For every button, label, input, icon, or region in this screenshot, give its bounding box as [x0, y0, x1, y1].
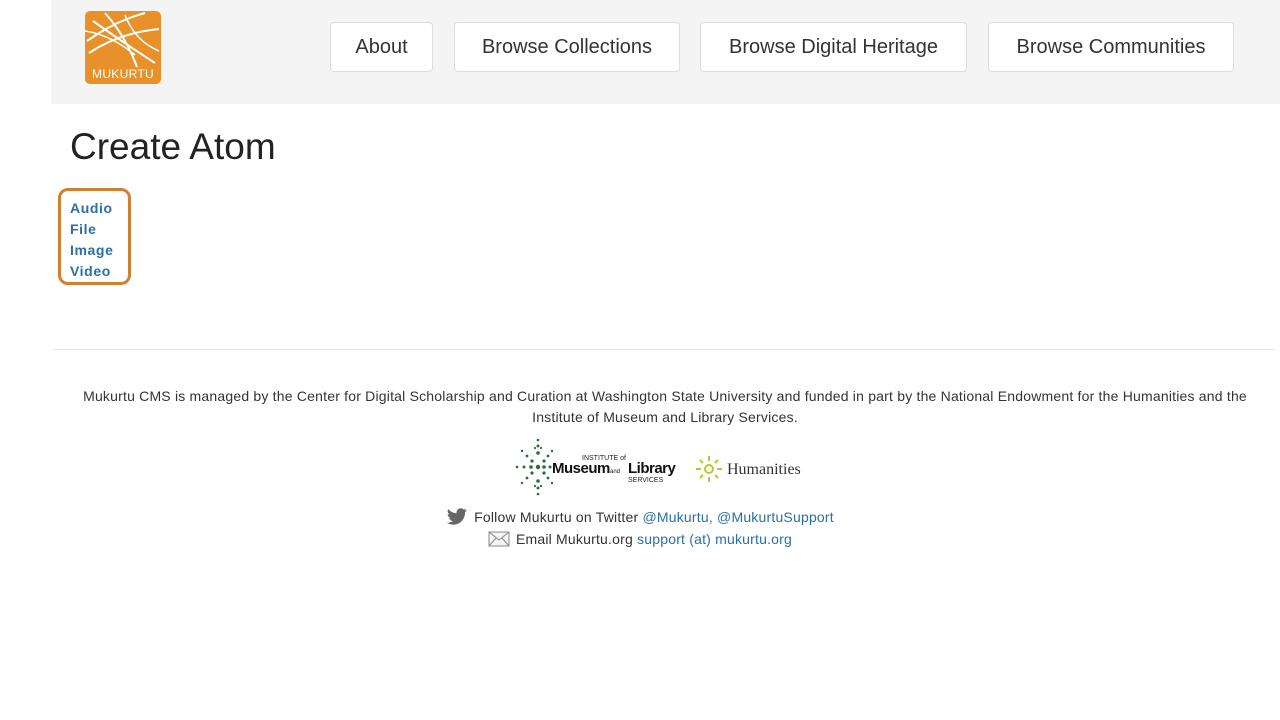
envelope-icon — [488, 531, 510, 547]
imls-logo-museum: Museum — [552, 460, 610, 477]
imls-starburst-icon — [515, 438, 554, 496]
mukurtu-logo[interactable]: MUKURTU — [85, 11, 161, 84]
imls-logo[interactable]: INSTITUTE of Museum and Library SERVICES — [514, 436, 684, 498]
imls-logo-services: SERVICES — [628, 477, 664, 484]
email-link-support[interactable]: support (at) mukurtu.org — [637, 531, 792, 547]
twitter-link-mukurtu-support[interactable]: @MukurtuSupport — [717, 509, 834, 525]
nav-about-button[interactable]: About — [330, 22, 433, 72]
footer-email-line: Email Mukurtu.org support (at) mukurtu.o… — [0, 529, 1280, 549]
twitter-icon — [446, 508, 468, 525]
email-prefix: Email Mukurtu.org — [515, 531, 633, 547]
imls-logo-library: Library — [628, 460, 677, 477]
neh-sunburst-icon — [696, 456, 722, 482]
atom-link-image[interactable]: Image — [70, 241, 113, 259]
atom-link-video[interactable]: Video — [70, 262, 111, 280]
twitter-prefix: Follow Mukurtu on Twitter — [474, 509, 639, 525]
imls-logo-and: and — [610, 469, 620, 475]
footer-description: Mukurtu CMS is managed by the Center for… — [83, 388, 1247, 425]
atom-link-audio[interactable]: Audio — [70, 199, 113, 217]
site-header: MUKURTU About Browse Collections Browse … — [51, 0, 1280, 104]
twitter-link-mukurtu[interactable]: @Mukurtu, — [642, 509, 712, 525]
footer-divider — [53, 349, 1275, 350]
footer-twitter-line: Follow Mukurtu on Twitter @Mukurtu, @Muk… — [0, 507, 1280, 527]
logo-text: MUKURTU — [92, 67, 154, 81]
nav-browse-collections-button[interactable]: Browse Collections — [454, 22, 680, 72]
page-title: Create Atom — [70, 126, 276, 167]
atom-link-file[interactable]: File — [70, 220, 97, 238]
nav-browse-digital-heritage-button[interactable]: Browse Digital Heritage — [700, 22, 967, 72]
nav-browse-communities-button[interactable]: Browse Communities — [988, 22, 1234, 72]
neh-logo[interactable]: Humanities — [695, 452, 810, 486]
neh-logo-text: Humanities — [727, 461, 801, 478]
